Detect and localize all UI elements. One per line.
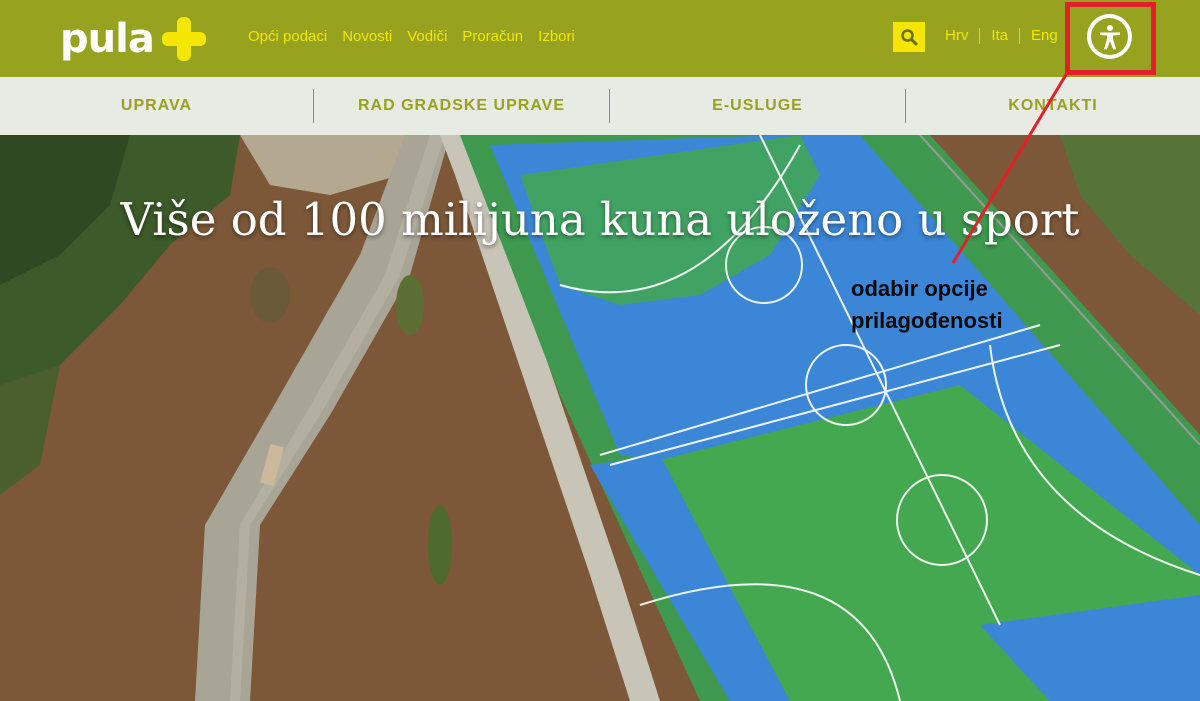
- search-button[interactable]: [893, 22, 925, 52]
- annotation-line-2: prilagođenosti: [851, 308, 1003, 333]
- subnav-uprava[interactable]: UPRAVA: [0, 77, 313, 135]
- subnav-kontakti[interactable]: KONTAKTI: [906, 77, 1200, 135]
- lang-ita[interactable]: Ita: [991, 27, 1008, 44]
- hero-banner[interactable]: Više od 100 milijuna kuna uloženo u spor…: [0, 135, 1200, 701]
- language-switcher: Hrv Ita Eng: [945, 27, 1058, 44]
- subnav-rad-gradske-uprave[interactable]: RAD GRADSKE UPRAVE: [314, 77, 609, 135]
- nav-link-opci-podaci[interactable]: Opći podaci: [248, 28, 327, 45]
- logo-plus-icon: [160, 15, 208, 63]
- main-nav: Opći podaci Novosti Vodiči Proračun Izbo…: [248, 28, 575, 45]
- subnav-e-usluge[interactable]: E-USLUGE: [610, 77, 905, 135]
- search-icon: [901, 29, 918, 46]
- hero-headline[interactable]: Više od 100 milijuna kuna uloženo u spor…: [0, 193, 1200, 246]
- nav-link-proracun[interactable]: Proračun: [462, 28, 523, 45]
- lang-hrv[interactable]: Hrv: [945, 27, 968, 44]
- annotation-label: odabir opcije prilagođenosti: [851, 273, 1003, 337]
- logo-text: pula: [60, 16, 155, 62]
- nav-link-izbori[interactable]: Izbori: [538, 28, 575, 45]
- top-bar: pula Opći podaci Novosti Vodiči Proračun…: [0, 0, 1200, 77]
- nav-link-novosti[interactable]: Novosti: [342, 28, 392, 45]
- lang-eng[interactable]: Eng: [1031, 27, 1058, 44]
- nav-link-vodici[interactable]: Vodiči: [407, 28, 447, 45]
- accessibility-highlight-box: [1065, 2, 1156, 75]
- annotation-line-1: odabir opcije: [851, 276, 988, 301]
- lang-divider: [979, 27, 981, 44]
- secondary-nav: UPRAVA RAD GRADSKE UPRAVE E-USLUGE KONTA…: [0, 77, 1200, 135]
- pula-logo[interactable]: pula: [60, 14, 208, 64]
- lang-divider: [1019, 27, 1021, 44]
